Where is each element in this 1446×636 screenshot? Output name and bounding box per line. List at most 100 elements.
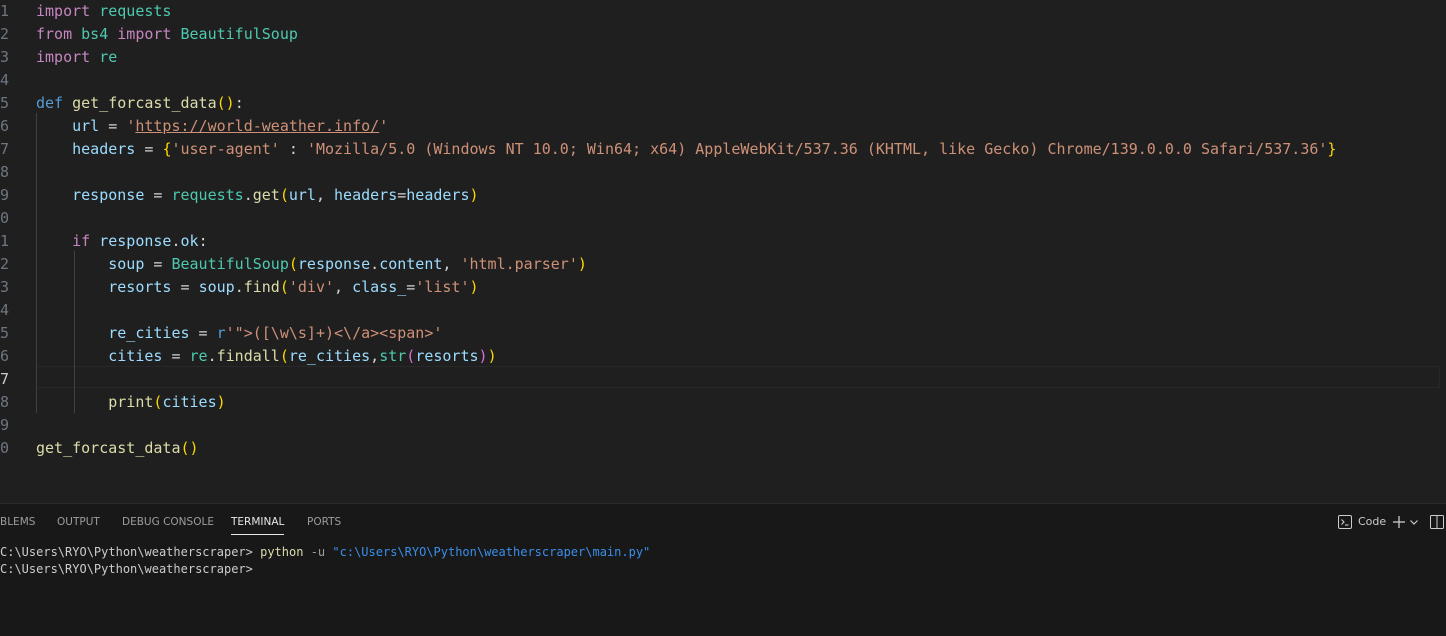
code-line[interactable]: 8 (0, 161, 1446, 184)
code-line[interactable]: 8 print(cities) (0, 391, 1446, 414)
keyword-argument: class_ (352, 278, 407, 296)
variable: headers (72, 140, 136, 158)
punctuation: . (370, 255, 380, 273)
code-line[interactable]: 7 headers = {'user-agent' : 'Mozilla/5.0… (0, 138, 1446, 161)
tab-problems[interactable]: BLEMS (0, 514, 35, 534)
line-number: 4 (0, 71, 10, 89)
code-line[interactable]: 1 import requests (0, 0, 1446, 23)
code-editor[interactable]: 1 import requests 2 from bs4 import Beau… (0, 0, 1446, 503)
plus-icon (1393, 516, 1405, 528)
punctuation: : (198, 232, 208, 250)
argument: headers (406, 186, 470, 204)
code-line[interactable]: 4 (0, 299, 1446, 322)
bracket: ) (216, 393, 226, 411)
code-line[interactable]: 6 cities = re.findall(re_cities,str(reso… (0, 345, 1446, 368)
operator: = (189, 324, 217, 342)
string: 'list' (415, 278, 470, 296)
punctuation: , (442, 255, 461, 273)
terminal-path-string[interactable]: "c:\Users\RYO\Python\weatherscraper\main… (332, 545, 650, 559)
code-line[interactable]: 3 resorts = soup.find('div', class_='lis… (0, 276, 1446, 299)
punctuation: . (234, 278, 244, 296)
terminal-dropdown-button[interactable] (1409, 512, 1421, 532)
bracket: ) (225, 94, 235, 112)
terminal-shell-selector[interactable]: Code (1338, 512, 1386, 532)
builtin-function: str (379, 347, 407, 365)
tab-ports[interactable]: PORTS (307, 514, 341, 534)
punctuation: , (334, 278, 353, 296)
code-line[interactable]: 3 import re (0, 46, 1446, 69)
variable: resorts (108, 278, 172, 296)
line-number: 6 (0, 347, 10, 365)
attribute: content (379, 255, 443, 273)
line-number: 8 (0, 163, 10, 181)
operator: = (397, 186, 407, 204)
class-name: BeautifulSoup (180, 25, 298, 43)
url-link[interactable]: https://world-weather.info/ (135, 117, 379, 135)
function-name: print (108, 393, 154, 411)
line-number: 2 (0, 25, 10, 43)
terminal-prompt: C:\Users\RYO\Python\weatherscraper> (0, 562, 253, 576)
argument: re_cities (288, 347, 371, 365)
operator: = (144, 255, 172, 273)
tab-debug-console[interactable]: DEBUG CONSOLE (122, 514, 214, 534)
string-prefix: r (216, 324, 226, 342)
module-name: requests (99, 2, 172, 20)
line-number: 6 (0, 117, 10, 135)
operator: = (162, 347, 190, 365)
module-name: re (99, 48, 118, 66)
code-line[interactable]: 2 from bs4 import BeautifulSoup (0, 23, 1446, 46)
bracket: ) (577, 255, 587, 273)
variable: response (72, 186, 145, 204)
function-name: find (243, 278, 280, 296)
code-line[interactable]: 6 url = 'https://world-weather.info/' (0, 115, 1446, 138)
line-number: 7 (0, 370, 10, 388)
bracket: ( (406, 347, 416, 365)
terminal-line[interactable]: C:\Users\RYO\Python\weatherscraper> pyth… (0, 544, 650, 561)
line-number: 3 (0, 278, 10, 296)
code-line[interactable]: 0 (0, 207, 1446, 230)
code-line[interactable]: 4 (0, 69, 1446, 92)
string: 'Mozilla/5.0 (Windows NT 10.0; Win64; x6… (306, 140, 1328, 158)
line-number: 2 (0, 255, 10, 273)
keyword: import (36, 2, 91, 20)
code-line[interactable]: 0 get_forcast_data() (0, 437, 1446, 460)
line-number: 9 (0, 186, 10, 204)
punctuation: . (243, 186, 253, 204)
function-name: get (252, 186, 280, 204)
tab-terminal[interactable]: TERMINAL (231, 514, 285, 535)
code-line-current[interactable]: 7 (0, 368, 1446, 391)
code-line[interactable]: 9 (0, 414, 1446, 437)
line-number: 0 (0, 439, 10, 457)
code-line[interactable]: 5 def get_forcast_data(): (0, 92, 1446, 115)
chevron-down-icon (1410, 520, 1418, 525)
operator: = (406, 278, 416, 296)
variable: response (297, 255, 371, 273)
new-terminal-button[interactable] (1391, 512, 1407, 532)
terminal-line[interactable]: C:\Users\RYO\Python\weatherscraper> (0, 561, 253, 578)
line-number: 0 (0, 209, 10, 227)
variable: response (99, 232, 172, 250)
line-number: 8 (0, 393, 10, 411)
code-line[interactable]: 9 response = requests.get(url, headers=h… (0, 184, 1446, 207)
code-line[interactable]: 2 soup = BeautifulSoup(response.content,… (0, 253, 1446, 276)
terminal-command: python (260, 545, 304, 559)
tab-output[interactable]: OUTPUT (57, 514, 100, 534)
bracket: ( (288, 255, 298, 273)
punctuation: : (234, 94, 244, 112)
bracket: ( (180, 439, 190, 457)
keyword-argument: headers (334, 186, 398, 204)
string: 'html.parser' (460, 255, 578, 273)
code-line[interactable]: 1 if response.ok: (0, 230, 1446, 253)
operator: = (144, 186, 172, 204)
variable: cities (108, 347, 163, 365)
function-name: findall (216, 347, 280, 365)
function-name: get_forcast_data (36, 439, 181, 457)
regex-string: '">([\w\s]+)<\/a><span>' (225, 324, 443, 342)
code-line[interactable]: 5 re_cities = r'">([\w\s]+)<\/a><span>' (0, 322, 1446, 345)
bracket: ) (469, 278, 479, 296)
line-number: 5 (0, 94, 10, 112)
split-terminal-button[interactable] (1430, 512, 1446, 532)
